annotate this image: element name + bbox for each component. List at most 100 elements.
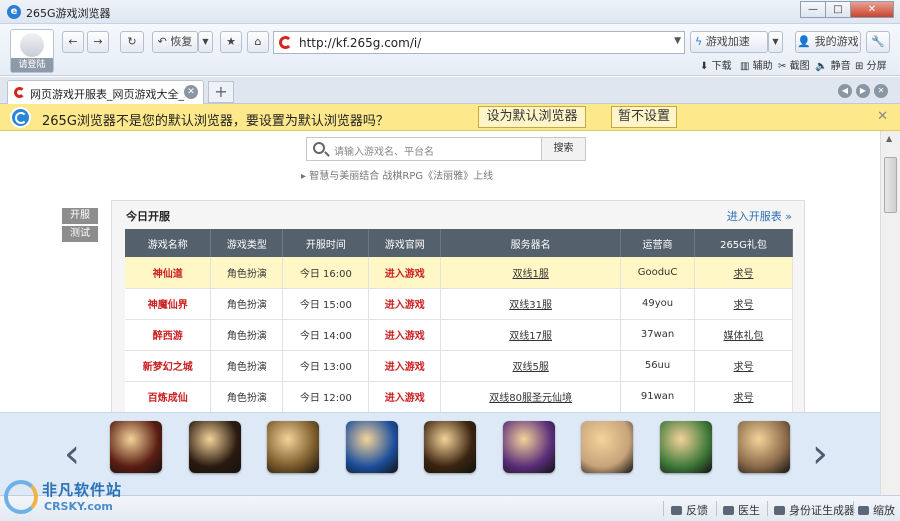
gift-link[interactable]: 媒体礼包 [694,319,793,351]
id-generator-button[interactable]: 身份证生成器 [774,502,855,518]
open-time: 今日 16:00 [282,257,370,289]
tab-close-all-icon[interactable]: ✕ [874,84,888,98]
notice-text: 265G浏览器不是您的默认浏览器，要设置为默认浏览器吗？ [42,114,389,129]
minimize-button[interactable]: — [800,1,826,18]
enter-game-link[interactable]: 进入游戏 [368,350,442,382]
sub-split-screen[interactable]: ⊞ 分屏 [855,57,887,72]
tab-scroll-right-icon[interactable]: ▶ [856,84,870,98]
tab-scroll-left-icon[interactable]: ◀ [838,84,852,98]
enter-game-link[interactable]: 进入游戏 [368,288,442,320]
game-icon-7[interactable] [581,421,633,473]
game-name[interactable]: 醉西游 [125,319,212,351]
prev-arrow-icon[interactable]: ‹ [64,431,80,477]
tab-kaifu[interactable]: 网页游戏开服表_网页游戏大全_2... ✕ [7,80,204,104]
server-name-link[interactable]: 双线31服 [440,288,622,320]
forward-button[interactable]: → [87,31,109,53]
enter-game-link[interactable]: 进入游戏 [368,381,442,412]
game-icon-9[interactable] [738,421,790,473]
sub-screenshot[interactable]: ✂ 截图 [778,57,810,72]
browser-logo-icon: e [7,5,21,19]
server-name-link[interactable]: 双线1服 [440,257,622,289]
maximize-button[interactable]: □ [825,1,851,18]
game-accel-dropdown[interactable]: ▼ [768,31,783,53]
address-url[interactable]: http://kf.265g.com/i/ [299,36,421,50]
scroll-up-icon[interactable]: ▲ [886,134,892,143]
sub-mute[interactable]: 🔈 静音 [815,57,851,72]
server-name-link[interactable]: 双线17服 [440,319,622,351]
doctor-button[interactable]: 医生 [723,502,760,518]
server-list-link[interactable]: 进入开服表 » [727,208,792,224]
feedback-icon [671,506,682,515]
side-tab-kaifu[interactable]: 开服 [62,208,98,224]
enter-game-link[interactable]: 进入游戏 [368,319,442,351]
server-name-link[interactable]: 双线80服圣元仙境 [440,381,622,412]
restore-dropdown[interactable]: ▼ [198,31,213,53]
tab-close-icon[interactable]: ✕ [184,85,198,99]
address-dropdown-icon[interactable]: ▼ [674,36,681,46]
back-button[interactable]: ← [62,31,84,53]
game-icon-4[interactable] [345,421,398,473]
operator: 49you [620,288,696,320]
side-tab-test[interactable]: 测试 [62,226,98,242]
sub-assist[interactable]: ▥ 辅助 [740,57,773,72]
table-row: 百炼成仙 角色扮演 今日 12:00 进入游戏 双线80服圣元仙境 91wan … [125,381,793,412]
game-accelerator-button[interactable]: ϟ 游戏加速 [690,31,768,53]
id-card-icon [774,506,785,515]
chevron-down-icon: ▼ [772,37,779,46]
game-icon-6[interactable] [502,421,555,473]
game-icon-8[interactable] [659,421,712,473]
game-icon-1[interactable] [110,421,162,473]
default-browser-notice: 265G浏览器不是您的默认浏览器，要设置为默认浏览器吗？ 设为默认浏览器 暂不设… [0,104,900,131]
sub-download[interactable]: ⬇ 下载 [700,57,732,72]
open-time: 今日 13:00 [282,350,370,382]
avatar-icon [20,33,44,57]
game-icon-2[interactable] [188,421,241,473]
game-icon-5[interactable] [424,421,476,473]
operator: 37wan [620,319,696,351]
home-button[interactable]: ⌂ [247,31,269,53]
scrollbar-thumb[interactable] [884,157,897,213]
game-name[interactable]: 新梦幻之城 [125,350,212,382]
vertical-scrollbar[interactable]: ▲ [880,131,900,495]
divider [716,501,717,516]
gift-link[interactable]: 求号 [694,350,793,382]
site-favicon-icon [14,87,25,98]
zoom-button[interactable]: 缩放 [858,502,895,518]
refresh-button[interactable]: ↻ [120,31,144,53]
login-label[interactable]: 请登陆 [11,58,53,72]
tools-button[interactable]: 🔧 [866,31,890,53]
server-name-link[interactable]: 双线5服 [440,350,622,382]
assist-label: 辅助 [752,61,773,72]
table-row: 神魔仙界 角色扮演 今日 15:00 进入游戏 双线31服 49you 求号 [125,288,793,320]
gift-link[interactable]: 求号 [694,257,793,289]
game-name[interactable]: 百炼成仙 [125,381,212,412]
gift-link[interactable]: 求号 [694,288,793,320]
game-icon-3[interactable] [267,421,319,473]
next-arrow-icon[interactable]: › [812,431,828,477]
not-now-button[interactable]: 暂不设置 [611,106,677,128]
search-input[interactable]: 请输入游戏名、平台名 [334,143,434,158]
today-servers-panel: 今日开服 进入开服表 » 游戏名称 游戏类型 开服时间 游戏官网 服务器名 运营… [111,200,805,412]
close-icon[interactable]: ✕ [877,109,888,124]
gift-link[interactable]: 求号 [694,381,793,412]
my-games-button[interactable]: 👤 我的游戏 [795,31,861,53]
assist-icon: ▥ [740,61,750,72]
operator: GooduC [620,257,696,289]
lightning-icon: ϟ [695,35,703,48]
search-button[interactable]: 搜索 [541,137,586,161]
game-name[interactable]: 神魔仙界 [125,288,212,320]
new-tab-button[interactable]: + [208,81,234,103]
close-button[interactable]: ✕ [850,1,894,18]
set-default-button[interactable]: 设为默认浏览器 [478,106,586,128]
download-label: 下载 [711,61,732,72]
promo-tagline[interactable]: ▸ 智慧与美丽结合 战棋RPG《法丽雅》上线 [301,167,493,182]
favorite-button[interactable]: ★ [220,31,242,53]
restore-button[interactable]: ↶ 恢复 [152,31,198,53]
game-name[interactable]: 神仙道 [125,257,212,289]
col-gift: 265G礼包 [694,229,793,257]
feedback-button[interactable]: 反馈 [671,502,708,518]
game-type: 角色扮演 [210,288,284,320]
user-avatar[interactable]: 请登陆 [10,29,54,73]
enter-game-link[interactable]: 进入游戏 [368,257,442,289]
address-bar[interactable]: http://kf.265g.com/i/ ▼ [273,31,685,54]
